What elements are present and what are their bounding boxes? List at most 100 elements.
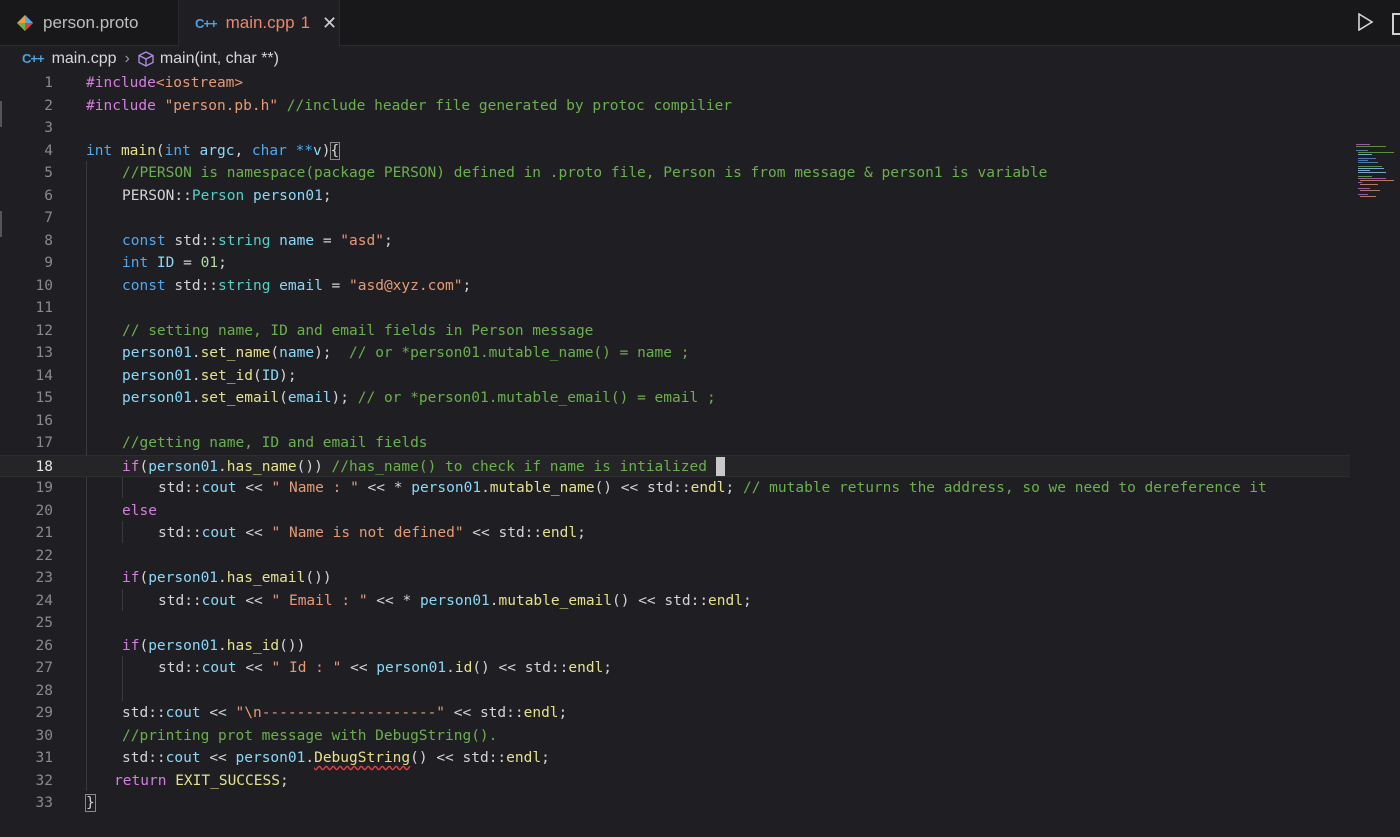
code-line[interactable]: 12 // setting name, ID and email fields i… <box>0 320 1350 343</box>
code-token: { <box>329 141 341 160</box>
code-text: person01.set_name(name); // or *person01… <box>122 342 689 365</box>
code-line[interactable]: 22 <box>0 545 1350 568</box>
code-token: int <box>86 142 113 159</box>
breadcrumb-symbol[interactable]: main(int, char **) <box>160 50 279 68</box>
code-line[interactable]: 20 else <box>0 500 1350 523</box>
code-token: << * <box>358 480 412 496</box>
code-token: Person <box>191 187 245 204</box>
code-line[interactable]: 32 return EXIT_SUCCESS; <box>0 770 1350 793</box>
code-line[interactable]: 8 const std::string name = "asd"; <box>0 230 1350 253</box>
code-token: email <box>270 277 323 294</box>
code-line[interactable]: 24 std::cout << " Email : " << * person01… <box>0 590 1350 613</box>
code-line[interactable]: 15 person01.set_email(email); // or *pers… <box>0 387 1350 410</box>
code-token: person01 <box>411 480 482 496</box>
code-editor[interactable]: 1 #include<iostream> 2 #include "person.pb.… <box>0 71 1400 837</box>
code-line[interactable]: 4 int main(int argc, char **v){ <box>0 140 1350 163</box>
code-line[interactable]: 16 <box>0 410 1350 433</box>
line-number: 2 <box>44 97 53 114</box>
code-line[interactable]: 7 <box>0 207 1350 230</box>
code-token: #include <box>86 75 156 91</box>
text-cursor <box>715 457 725 476</box>
line-number: 12 <box>35 322 53 339</box>
code-token: = <box>322 277 350 294</box>
code-token: ; <box>577 525 586 541</box>
code-token: ; <box>218 255 227 271</box>
code-token: " Name is not defined" <box>271 525 464 541</box>
line-number: 24 <box>35 592 53 609</box>
line-number: 33 <box>35 795 53 811</box>
code-line[interactable]: 10 const std::string email = "asd@xyz.com… <box>0 275 1350 298</box>
code-line[interactable]: 28 <box>0 680 1350 703</box>
code-token: :: <box>148 705 166 721</box>
code-line[interactable]: 33} <box>0 792 1350 815</box>
code-token: main <box>120 142 156 159</box>
code-token: ()) <box>296 458 332 475</box>
code-token: . <box>218 570 227 586</box>
code-token: } <box>85 794 96 812</box>
code-line[interactable]: 2 #include "person.pb.h" //include header… <box>0 95 1350 118</box>
code-line[interactable]: 23 if(person01.has_email()) <box>0 567 1350 590</box>
code-line[interactable]: 30 //printing prot message with DebugStri… <box>0 725 1350 748</box>
code-line[interactable]: 25 <box>0 612 1350 635</box>
code-line[interactable]: 27 std::cout << " Id : " << person01.id()… <box>0 657 1350 680</box>
line-number: 25 <box>35 615 53 631</box>
code-token: << <box>236 480 272 496</box>
tab-main-cpp[interactable]: C++ main.cpp 1 ✕ <box>179 0 340 46</box>
code-line[interactable]: 11 <box>0 297 1350 320</box>
code-token: mutable_name <box>489 480 595 496</box>
code-token: << <box>200 750 236 766</box>
code-line[interactable]: 5 //PERSON is namespace(package PERSON) d… <box>0 162 1350 185</box>
code-token: ; <box>322 187 332 204</box>
code-token: std <box>165 232 201 249</box>
code-token: PERSON <box>122 187 175 204</box>
code-line[interactable]: 26 if(person01.has_id()) <box>0 635 1350 658</box>
code-token: << <box>236 525 272 541</box>
code-token: string <box>218 232 271 249</box>
code-line[interactable]: 13 person01.set_name(name); // or *person… <box>0 342 1350 365</box>
line-number: 28 <box>35 682 53 699</box>
code-token: ID <box>148 255 175 271</box>
tab-person-proto[interactable]: person.proto <box>0 0 179 45</box>
code-text: std::cout << " Email : " << * person01.m… <box>158 590 752 613</box>
run-icon[interactable] <box>1356 12 1374 36</box>
code-line[interactable]: 29 std::cout << "\n--------------------" … <box>0 702 1350 725</box>
code-line[interactable]: 14 person01.set_id(ID); <box>0 365 1350 388</box>
code-token: cout <box>165 705 201 721</box>
code-line[interactable]: 1 #include<iostream> <box>0 72 1350 95</box>
code-line[interactable]: 18 if(person01.has_name()) //has_name() t… <box>0 454 1350 477</box>
code-line[interactable]: 31 std::cout << person01.DebugString() <<… <box>0 747 1350 770</box>
close-icon[interactable]: ✕ <box>322 13 337 34</box>
breadcrumb-file[interactable]: main.cpp <box>52 50 117 68</box>
code-token: // or *person01.mutable_name() = name ; <box>349 345 690 361</box>
code-token: person01 <box>148 570 219 586</box>
code-token: has_name <box>226 458 297 475</box>
code-token: , <box>234 142 252 159</box>
code-token: //printing prot message with DebugString… <box>122 727 498 744</box>
code-text: if(person01.has_id()) <box>122 635 305 658</box>
code-line[interactable]: 3 <box>0 117 1350 140</box>
code-token: "person.pb.h" <box>164 97 279 114</box>
code-text: std::cout << person01.DebugString() << s… <box>122 747 550 770</box>
code-text: person01.set_id(ID); <box>122 365 297 388</box>
code-token: //PERSON is namespace(package PERSON) de… <box>122 165 1048 181</box>
code-line[interactable]: 21 std::cout << " Name is not defined" <<… <box>0 522 1350 545</box>
code-line[interactable]: 9 int ID = 01; <box>0 252 1350 275</box>
split-editor-icon[interactable] <box>1392 13 1400 35</box>
line-number: 26 <box>35 637 53 654</box>
code-token: () << std:: <box>594 480 691 496</box>
code-token: ( <box>155 142 165 159</box>
line-number: 29 <box>35 705 53 721</box>
code-token: ( <box>139 458 149 475</box>
code-token: endl <box>523 705 559 721</box>
code-token: string <box>218 277 271 294</box>
code-token: . <box>481 480 490 496</box>
code-line[interactable]: 19 std::cout << " Name : " << * person01.… <box>0 477 1350 500</box>
code-token: DebugString <box>314 750 411 766</box>
code-token: << <box>200 705 236 721</box>
line-number: 18 <box>35 458 53 475</box>
code-line[interactable]: 6 PERSON::Person person01; <box>0 185 1350 208</box>
code-text: //printing prot message with DebugString… <box>122 725 497 748</box>
code-token: name <box>270 232 315 249</box>
code-line[interactable]: 17 //getting name, ID and email fields <box>0 432 1350 455</box>
minimap[interactable] <box>1356 142 1396 202</box>
